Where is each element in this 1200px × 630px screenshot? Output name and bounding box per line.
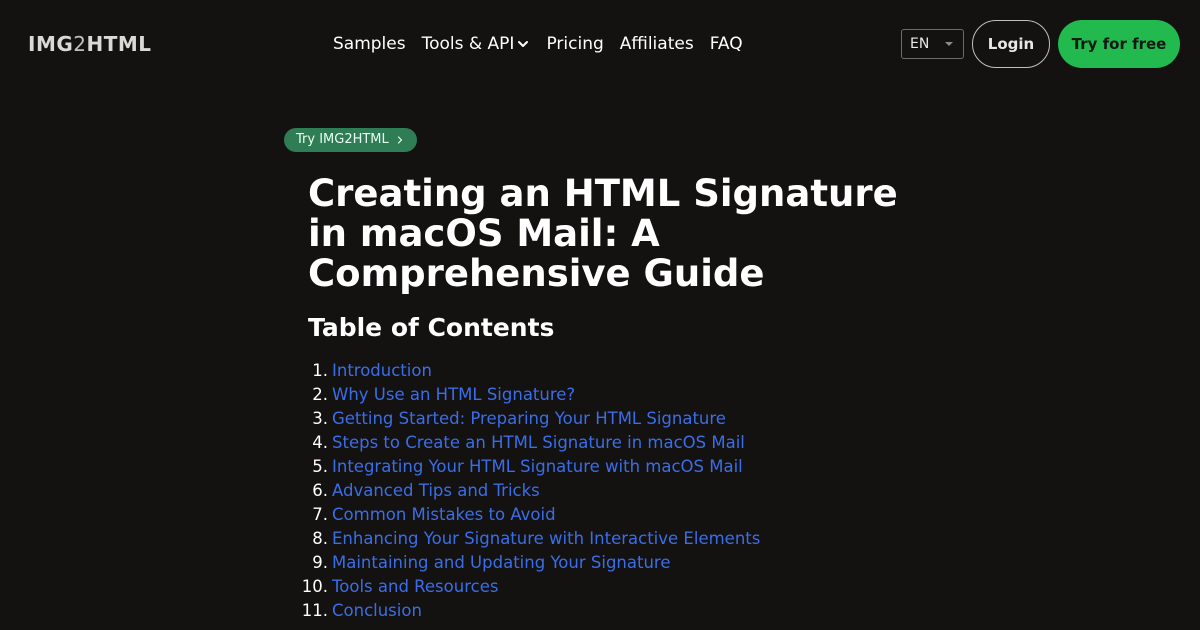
toc-item: 4. Steps to Create an HTML Signature in m… — [300, 431, 760, 455]
toc-link[interactable]: Integrating Your HTML Signature with mac… — [332, 455, 743, 479]
toc-heading: Table of Contents — [308, 313, 555, 342]
toc-link[interactable]: Introduction — [332, 359, 432, 383]
nav-item-faq[interactable]: FAQ — [710, 33, 743, 55]
toc-link[interactable]: Getting Started: Preparing Your HTML Sig… — [332, 407, 726, 431]
site-header: IMG2HTML Samples Tools & API Pricing Aff… — [0, 0, 1200, 88]
toc-item-number: 8. — [312, 529, 328, 548]
table-of-contents: 1. Introduction 2. Why Use an HTML Signatur… — [300, 359, 761, 623]
toc-link[interactable]: Steps to Create an HTML Signature in mac… — [332, 431, 745, 455]
toc-item: 6. Advanced Tips and Tricks — [300, 479, 760, 503]
toc-link[interactable]: Advanced Tips and Tricks — [332, 479, 540, 503]
chevron-down-icon — [518, 41, 529, 47]
try-for-free-button[interactable]: Try for free — [1058, 20, 1180, 68]
toc-item: 1. Introduction — [300, 359, 760, 383]
toc-item-number: 10. — [301, 577, 328, 596]
nav-item-affiliates[interactable]: Affiliates — [620, 33, 694, 55]
toc-link[interactable]: Enhancing Your Signature with Interactiv… — [332, 527, 760, 551]
toc-item-number: 6. — [312, 481, 328, 500]
toc-item: 7. Common Mistakes to Avoid — [300, 503, 760, 527]
toc-item: 3. Getting Started: Preparing Your HTML S… — [300, 407, 760, 431]
toc-item-number: 3. — [312, 409, 328, 428]
nav-item-tools-api[interactable]: Tools & API — [422, 33, 531, 55]
toc-link[interactable]: Why Use an HTML Signature? — [332, 383, 575, 407]
page-title: Creating an HTML Signature in macOS Mail… — [308, 172, 898, 295]
logo-prefix: IMG — [28, 32, 74, 56]
toc-item-number: 11. — [301, 601, 328, 620]
try-img2html-badge[interactable]: Try IMG2HTML — [284, 128, 417, 152]
nav-item-pricing[interactable]: Pricing — [546, 33, 603, 55]
toc-link[interactable]: Maintaining and Updating Your Signature — [332, 551, 671, 575]
toc-item-number: 9. — [312, 553, 328, 572]
logo-two: 2 — [73, 32, 87, 56]
toc-link[interactable]: Common Mistakes to Avoid — [332, 503, 556, 527]
language-value: EN — [910, 36, 930, 52]
toc-item-number: 7. — [312, 505, 328, 524]
login-button[interactable]: Login — [972, 20, 1050, 68]
toc-link[interactable]: Tools and Resources — [332, 575, 498, 599]
toc-item-number: 2. — [312, 385, 328, 404]
logo-suffix: HTML — [86, 32, 152, 56]
toc-link[interactable]: Conclusion — [332, 599, 422, 623]
toc-item: 2. Why Use an HTML Signature? — [300, 383, 760, 407]
nav-item-tools-api-label: Tools & API — [421, 34, 515, 54]
language-select[interactable]: EN — [901, 29, 964, 59]
toc-item: 10. Tools and Resources — [300, 575, 760, 599]
main-nav: Samples Tools & API Pricing Affiliates F… — [333, 33, 743, 55]
toc-item: 5. Integrating Your HTML Signature with m… — [300, 455, 760, 479]
caret-down-icon — [945, 42, 953, 46]
toc-item-number: 4. — [312, 433, 328, 452]
toc-item: 9. Maintaining and Updating Your Signatur… — [300, 551, 760, 575]
toc-item: 8. Enhancing Your Signature with Interact… — [300, 527, 760, 551]
toc-item: 11. Conclusion — [300, 599, 760, 623]
nav-item-samples[interactable]: Samples — [333, 33, 406, 55]
chevron-right-icon — [397, 136, 402, 144]
badge-label: Try IMG2HTML — [296, 132, 389, 147]
toc-item-number: 5. — [312, 457, 328, 476]
logo[interactable]: IMG2HTML — [28, 32, 152, 56]
toc-item-number: 1. — [312, 361, 328, 380]
